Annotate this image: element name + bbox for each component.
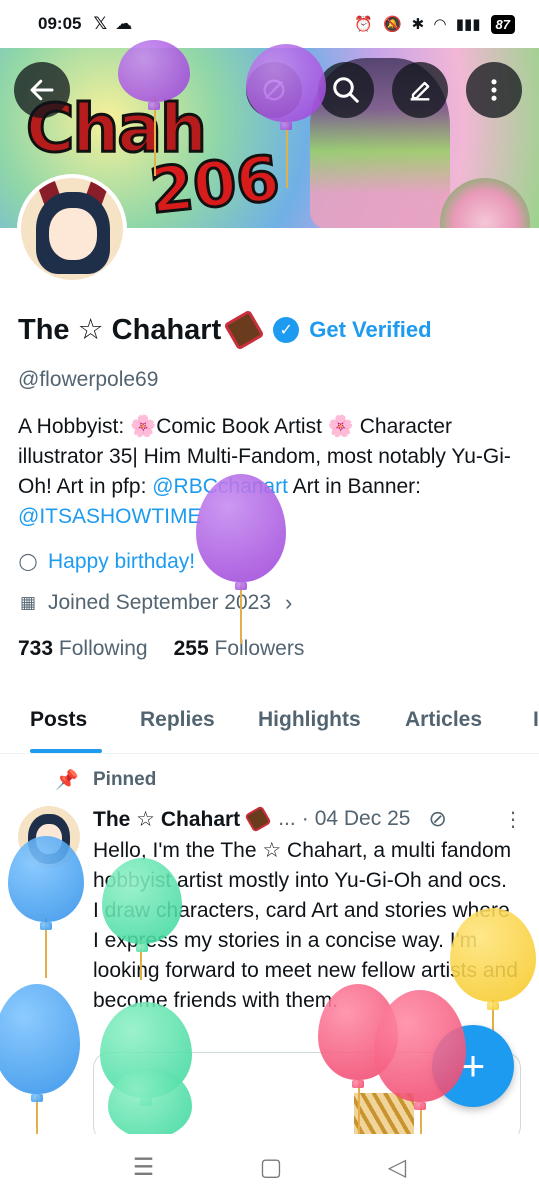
profile-handle: @flowerpole69 [18,368,159,391]
battery-indicator: 87 [490,14,515,34]
profile-name: The ☆ Chahart [18,314,222,346]
post-more-icon[interactable]: ⋮ [503,807,523,832]
balloon-decoration [0,984,80,1102]
balloon-decoration [8,836,84,930]
balloon-decoration [102,858,182,952]
wifi-icon: ◠ [434,16,446,33]
post-date[interactable]: 04 Dec 25 [315,807,411,831]
signal-icon: ▮▮▮ [455,16,481,33]
follow-stats: 733 Following 255 Followers [18,637,304,661]
following-link[interactable]: 733 Following [18,637,148,661]
alarm-icon: ⏰ [354,16,373,33]
system-nav-bar: ☰ ▢ ◁ [0,1134,539,1200]
chevron-right-icon: › [285,590,293,615]
balloon-decoration [450,908,536,1010]
more-options-button[interactable] [466,62,522,118]
balloon-decoration [246,44,326,130]
pin-icon: 📌 [55,770,79,791]
profile-avatar[interactable] [17,174,127,284]
arrow-left-icon [30,79,54,101]
followers-link[interactable]: 255 Followers [174,637,305,661]
post-author-name[interactable]: The ☆ Chahart [93,807,240,832]
back-button[interactable] [14,62,70,118]
mute-icon: 🔕 [382,16,402,33]
cloud-icon: ☁ [115,14,133,33]
grok-icon[interactable]: ⊘ [428,806,446,832]
tab-replies[interactable]: Replies [140,708,215,732]
more-vertical-icon [491,79,497,101]
birthday-row: ◯ Happy birthday! [18,550,195,574]
balloon-decoration [374,990,466,1110]
search-button[interactable] [318,62,374,118]
home-icon[interactable]: ▢ [260,1153,283,1182]
bluetooth-icon: ✱ [411,16,425,33]
balloon-decoration [108,1068,192,1146]
joined-text: Joined September 2023 [48,591,271,614]
balloon-icon: ◯ [18,552,38,571]
search-icon [333,77,359,103]
back-icon[interactable]: ◁ [388,1153,406,1182]
banner-flower [440,178,530,228]
balloon-decoration [118,40,190,110]
calendar-icon: ▦ [19,593,37,612]
x-logo-icon: 𝕏 [93,14,108,33]
bio-mention-link[interactable]: @ITSASHOWTIME [18,505,201,528]
pinned-label: Pinned [93,769,157,790]
verified-badge-icon[interactable]: ✓ [273,316,300,343]
post-header: The ☆ Chahart ... · 04 Dec 25 ⊘ ⋮ [93,805,523,833]
balloon-decoration [196,474,286,590]
profile-name-row: The ☆ Chahart ✓ Get Verified [18,309,432,350]
edit-icon [410,81,430,101]
joined-row[interactable]: ▦ Joined September 2023 › [18,590,292,616]
pinned-label-row: 📌 Pinned [55,768,156,792]
profile-tabs: Posts Replies Highlights Articles I [0,690,539,754]
tab-highlights[interactable]: Highlights [258,708,361,732]
tab-posts[interactable]: Posts [30,708,87,732]
clock: 09:05 [38,14,82,33]
active-tab-indicator [30,749,102,753]
get-verified-link[interactable]: Get Verified [309,317,431,343]
tab-articles[interactable]: Articles [405,708,482,732]
tab-partial[interactable]: I [533,708,539,732]
banner-text-2: 206 [145,140,284,228]
recent-apps-icon[interactable]: ☰ [133,1153,155,1182]
chocolate-emoji-icon [244,805,272,833]
chocolate-emoji-icon [223,309,265,350]
edit-button[interactable] [392,62,448,118]
birthday-text: Happy birthday! [48,550,196,573]
status-bar: 09:05 𝕏 ☁ ⏰ 🔕 ✱ ◠ ▮▮▮ 87 [0,0,539,48]
